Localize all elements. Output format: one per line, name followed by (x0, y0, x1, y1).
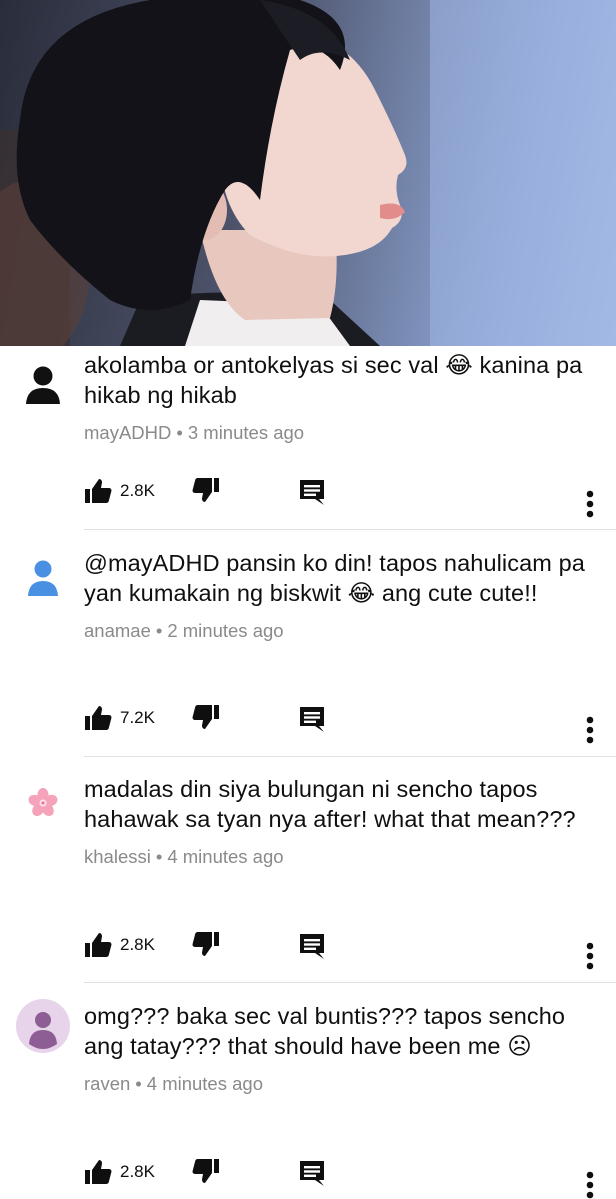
comment-author[interactable]: raven (84, 1073, 130, 1094)
comment-text: @mayADHD pansin ko din! tapos nahulicam … (84, 550, 585, 606)
comment-meta: raven • 4 minutes ago (84, 1073, 594, 1095)
meta-separator: • (155, 846, 163, 867)
comment-reply-icon (300, 707, 324, 732)
divider (84, 982, 616, 983)
cherry-blossom-icon[interactable] (16, 776, 70, 830)
more-options-button[interactable] (586, 716, 594, 744)
thumbs-up-icon (85, 933, 112, 957)
thumbs-down-icon (192, 1159, 219, 1183)
comment-time: 3 minutes ago (187, 422, 305, 443)
like-count: 2.8K (120, 481, 155, 500)
person-silhouette-black-icon[interactable] (16, 358, 70, 412)
more-options-button[interactable] (586, 1171, 594, 1199)
meta-separator: • (176, 422, 183, 443)
like-button[interactable]: 7.2K (84, 705, 155, 731)
vertical-ellipsis-icon (586, 942, 594, 970)
comment-reply-icon (300, 934, 324, 959)
thumbs-down-icon (192, 478, 219, 502)
more-options-button[interactable] (586, 490, 594, 518)
thumbs-up-icon (85, 479, 112, 503)
comment-time: 2 minutes ago (167, 620, 284, 641)
like-count: 7.2K (120, 708, 155, 727)
reply-button[interactable] (298, 478, 326, 506)
comment-actions: 2.8K (84, 1159, 616, 1195)
more-options-button[interactable] (586, 942, 594, 970)
thumbs-up-icon (85, 1160, 112, 1184)
thumbs-up-icon (85, 706, 112, 730)
comment-actions: 2.8K (84, 932, 616, 968)
comment-author[interactable]: khalessi (84, 846, 151, 867)
header-photo (0, 0, 616, 346)
like-button[interactable]: 2.8K (84, 932, 155, 958)
comment-actions: 7.2K (84, 705, 616, 741)
meta-separator: • (135, 1073, 142, 1094)
reply-button[interactable] (298, 932, 326, 960)
like-button[interactable]: 2.8K (84, 478, 155, 504)
dislike-button[interactable] (192, 477, 220, 503)
comment-reply-icon (300, 1161, 324, 1186)
comment-time: 4 minutes ago (167, 846, 284, 867)
vertical-ellipsis-icon (586, 1171, 594, 1199)
comment-reply-icon (300, 480, 324, 505)
reply-button[interactable] (298, 705, 326, 733)
person-circle-purple-icon[interactable] (16, 999, 70, 1053)
divider (84, 529, 616, 530)
comment-actions: 2.8K (84, 478, 616, 514)
like-button[interactable]: 2.8K (84, 1159, 155, 1185)
like-count: 2.8K (120, 1162, 155, 1181)
vertical-ellipsis-icon (586, 490, 594, 518)
dislike-button[interactable] (192, 704, 220, 730)
comment-text: madalas din siya bulungan ni sencho tapo… (84, 776, 576, 832)
thumbs-down-icon (192, 932, 219, 956)
comment-author[interactable]: anamae (84, 620, 151, 641)
comment-meta: mayADHD • 3 minutes ago (84, 422, 594, 444)
comment-author[interactable]: mayADHD (84, 422, 171, 443)
thumbs-down-icon (192, 705, 219, 729)
like-count: 2.8K (120, 935, 155, 954)
divider (84, 756, 616, 757)
reply-button[interactable] (298, 1159, 326, 1187)
comment-meta: anamae • 2 minutes ago (84, 620, 594, 642)
comment-time: 4 minutes ago (146, 1073, 263, 1094)
meta-separator: • (155, 620, 163, 641)
dislike-button[interactable] (192, 931, 220, 957)
comment-text: akolamba or antokelyas si sec val 😂 kani… (84, 352, 583, 408)
dislike-button[interactable] (192, 1158, 220, 1184)
vertical-ellipsis-icon (586, 716, 594, 744)
comment-text: omg??? baka sec val buntis??? tapos senc… (84, 1003, 566, 1059)
comment-meta: khalessi • 4 minutes ago (84, 846, 594, 868)
person-silhouette-blue-icon[interactable] (16, 552, 70, 606)
